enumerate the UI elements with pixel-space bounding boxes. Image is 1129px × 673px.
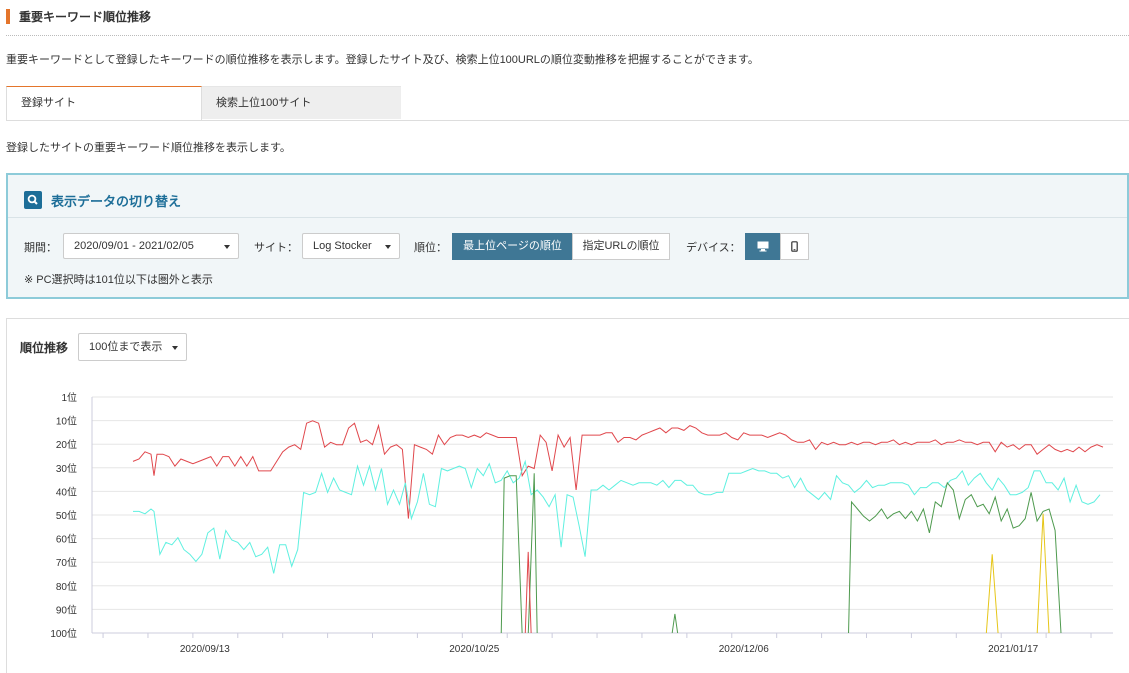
x-tick-label: 2021/01/17 [988,644,1038,655]
y-tick-label: 30位 [56,462,77,475]
y-tick-label: 50位 [56,509,77,522]
x-tick-label: 2020/12/06 [719,644,769,655]
x-tick-label: 2020/10/25 [449,644,499,655]
y-tick-label: 40位 [56,485,77,498]
series-line-1 [133,459,1101,574]
series-line-4 [985,513,1050,633]
y-tick-label: 80位 [56,580,77,593]
series-line-0 [132,420,1104,519]
y-tick-label: 90位 [56,603,77,616]
y-tick-label: 60位 [56,533,77,546]
y-tick-label: 20位 [56,438,77,451]
rank-trend-chart: 1位 10位 20位 30位 40位 50位 60位 70位 80位 90位 100位 2020/09… [50,391,1113,655]
y-tick-label: 10位 [56,415,77,428]
y-tick-label: 100位 [50,627,77,640]
y-tick-label: 70位 [56,556,77,569]
y-tick-label: 1位 [61,391,77,404]
x-tick-label: 2020/09/13 [180,644,230,655]
